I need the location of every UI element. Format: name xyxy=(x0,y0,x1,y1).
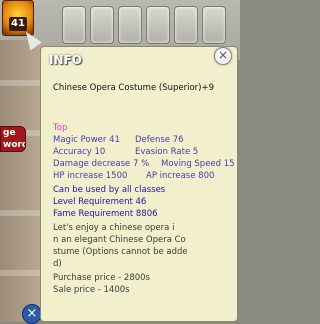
stat-row: Magic Power 41 Defense 76 xyxy=(53,135,238,145)
inventory-slot[interactable] xyxy=(90,6,114,44)
stat-right: Moving Speed 15 xyxy=(161,159,235,169)
tooltip-title: INFO xyxy=(49,53,82,67)
tooltip-close-button[interactable]: × xyxy=(214,47,232,65)
stat-right: Defense 76 xyxy=(135,135,184,145)
class-requirement: Can be used by all classes xyxy=(53,185,166,195)
description-line: Let's enjoy a chinese opera i xyxy=(53,223,175,233)
description-line: n an elegant Chinese Opera Co xyxy=(53,235,186,245)
stat-row: Accuracy 10 Evasion Rate 5 xyxy=(53,147,238,157)
left-panel-background xyxy=(0,40,40,322)
inventory-slot[interactable] xyxy=(118,6,142,44)
level-requirement: Level Requirement 46 xyxy=(53,197,147,207)
stat-row: Damage decrease 7 % Moving Speed 15 xyxy=(53,159,238,169)
sale-price: Sale price - 1400s xyxy=(53,285,130,295)
fame-requirement: Fame Requirement 8806 xyxy=(53,209,158,219)
close-icon: × xyxy=(217,48,229,62)
item-info-tooltip: INFO × Chinese Opera Costume (Superior)+… xyxy=(40,46,238,322)
bottom-close-button[interactable]: × xyxy=(22,304,42,324)
description-line: stume (Options cannot be adde xyxy=(53,247,188,257)
stat-row: HP increase 1500 AP increase 800 xyxy=(53,171,238,181)
inventory-slot[interactable] xyxy=(62,6,86,44)
item-slot: Top xyxy=(53,123,68,133)
stat-left: Magic Power 41 xyxy=(53,135,120,145)
purchase-price: Purchase price - 2800s xyxy=(53,273,150,283)
stat-left: Damage decrease 7 % xyxy=(53,159,150,169)
stat-right: Evasion Rate 5 xyxy=(135,147,199,157)
stat-left: Accuracy 10 xyxy=(53,147,106,157)
close-icon: × xyxy=(26,306,38,321)
side-button-label: ge word xyxy=(3,128,26,150)
stat-left: HP increase 1500 xyxy=(53,171,128,181)
item-name: Chinese Opera Costume (Superior)+9 xyxy=(53,83,214,93)
stat-right: AP increase 800 xyxy=(146,171,215,181)
inventory-slot[interactable] xyxy=(146,6,170,44)
inventory-slot[interactable] xyxy=(174,6,198,44)
side-menu-button[interactable]: ge word xyxy=(0,126,26,152)
inventory-slot[interactable] xyxy=(202,6,226,44)
description-line: d) xyxy=(53,259,62,269)
level-badge: 41 xyxy=(9,17,27,31)
